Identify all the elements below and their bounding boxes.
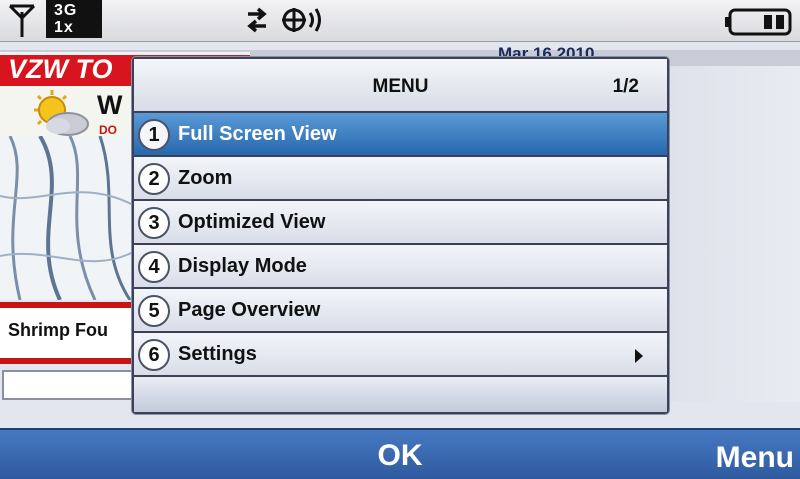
menu-item-optimized-view[interactable]: 3 Optimized View — [134, 201, 667, 245]
roaming-icon — [282, 8, 321, 32]
softkey-bar: OK Menu — [0, 428, 800, 479]
menu-item-label: Page Overview — [178, 299, 321, 321]
item-number-badge: 2 — [138, 163, 170, 195]
options-menu: MENU 1/2 1 Full Screen View 2 Zoom 3 Opt… — [132, 57, 669, 414]
menu-item-label: Full Screen View — [178, 123, 337, 145]
network-type-3g: 3G — [54, 2, 78, 19]
menu-item-page-overview[interactable]: 5 Page Overview — [134, 289, 667, 333]
page-input-field[interactable] — [2, 370, 134, 400]
menu-item-label: Settings — [178, 343, 257, 365]
menu-item-zoom[interactable]: 2 Zoom — [134, 157, 667, 201]
page-right-column — [668, 66, 800, 402]
menu-softkey[interactable]: Menu — [716, 436, 794, 479]
menu-header: MENU 1/2 — [134, 59, 667, 113]
menu-list: 1 Full Screen View 2 Zoom 3 Optimized Vi… — [134, 113, 667, 377]
menu-item-label: Zoom — [178, 167, 233, 189]
submenu-arrow-icon — [635, 349, 643, 363]
data-transfer-icon — [247, 7, 267, 33]
network-indicator: 3G 1x — [46, 0, 102, 38]
site-logo[interactable]: VZW TO — [8, 54, 113, 85]
item-number-badge: 4 — [138, 251, 170, 283]
menu-item-full-screen-view[interactable]: 1 Full Screen View — [134, 113, 667, 157]
signal-icon — [8, 4, 36, 37]
menu-item-display-mode[interactable]: 4 Display Mode — [134, 245, 667, 289]
menu-item-settings[interactable]: 6 Settings — [134, 333, 667, 377]
item-number-badge: 5 — [138, 295, 170, 327]
item-number-badge: 3 — [138, 207, 170, 239]
article-photo[interactable] — [0, 136, 135, 300]
menu-footer — [134, 377, 667, 412]
status-bar: 3G 1x — [0, 0, 800, 42]
network-type-1x: 1x — [54, 19, 74, 36]
ok-softkey[interactable]: OK — [350, 434, 450, 478]
weather-subtext: DO — [99, 123, 117, 137]
menu-item-label: Display Mode — [178, 255, 307, 277]
menu-page-indicator: 1/2 — [612, 76, 639, 97]
weather-heading: W — [97, 90, 123, 120]
battery-icon — [725, 8, 792, 36]
partly-cloudy-icon — [34, 90, 89, 136]
item-number-badge: 1 — [138, 119, 170, 151]
menu-title: MENU — [372, 76, 429, 97]
shrimp-image — [0, 136, 135, 300]
article-headline[interactable]: Shrimp Fou — [8, 320, 108, 341]
menu-item-label: Optimized View — [178, 211, 326, 233]
item-number-badge: 6 — [138, 339, 170, 371]
